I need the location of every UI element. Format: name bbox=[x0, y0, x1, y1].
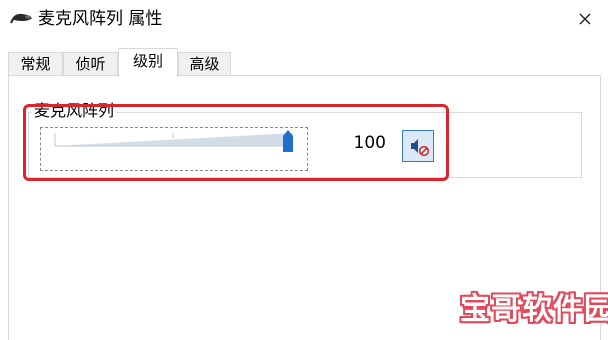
microphone-app-icon bbox=[10, 8, 34, 28]
speaker-muted-icon bbox=[411, 139, 430, 157]
tab-levels[interactable]: 级别 bbox=[118, 48, 178, 77]
title-bar: 麦克风阵列 属性 bbox=[0, 0, 608, 40]
watermark-text: 宝哥软件园 bbox=[460, 292, 608, 327]
tab-advanced[interactable]: 高级 bbox=[178, 52, 231, 76]
window-title: 麦克风阵列 属性 bbox=[38, 9, 163, 29]
tab-general[interactable]: 常规 bbox=[8, 52, 63, 76]
group-label: 麦克风阵列 bbox=[32, 101, 117, 121]
tab-listen[interactable]: 侦听 bbox=[63, 52, 118, 76]
watermark: 宝哥软件园 bbox=[452, 290, 608, 332]
slider-track-wedge bbox=[55, 133, 293, 146]
tab-strip: 常规 侦听 级别 高级 bbox=[0, 48, 608, 77]
level-slider[interactable] bbox=[40, 127, 308, 171]
level-value: 100 bbox=[353, 133, 386, 153]
mute-button[interactable] bbox=[402, 130, 434, 162]
close-icon[interactable] bbox=[573, 7, 597, 31]
